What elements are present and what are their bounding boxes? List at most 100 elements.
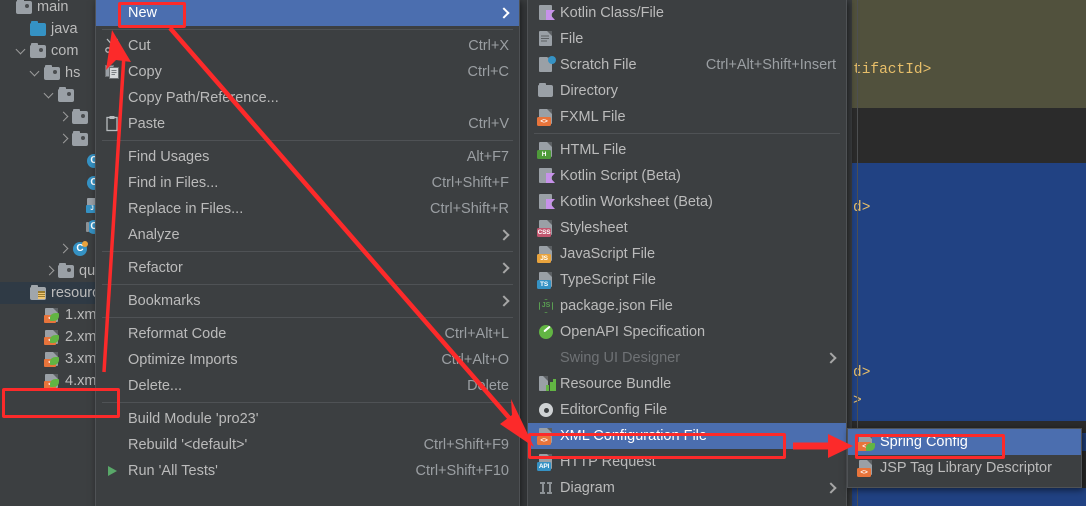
spring-config-icon: < [856,433,876,451]
context-menu-item[interactable]: Copy Path/Reference... [96,85,519,111]
new-submenu-item[interactable]: <> FXML File [528,104,846,130]
kotlin-script-icon [536,167,556,185]
tree-item[interactable]: java [0,18,95,40]
tree-item[interactable] [0,106,95,128]
context-menu-item[interactable]: Paste Ctrl+V [96,111,519,137]
chevron-right-icon[interactable] [44,266,55,277]
tree-item[interactable]: hs [0,62,95,84]
context-menu-item[interactable]: Reformat Code Ctrl+Alt+L [96,321,519,347]
xml-file-icon: < [44,373,61,389]
tree-item[interactable] [0,84,95,106]
context-menu-item-label: Copy Path/Reference... [128,90,279,106]
new-submenu-item[interactable]: Swing UI Designer [528,345,846,371]
css-file-icon: CSS [536,219,556,237]
chevron-down-icon[interactable] [44,90,55,101]
new-submenu-item[interactable]: Resource Bundle [528,371,846,397]
new-submenu-item-label: HTTP Request [560,454,656,470]
context-menu-item[interactable]: Analyze [96,222,519,248]
chevron-right-icon [826,483,836,493]
new-submenu-item[interactable]: EditorConfig File [528,397,846,423]
new-submenu-item[interactable]: File [528,26,846,52]
new-submenu-item[interactable]: H HTML File [528,137,846,163]
new-submenu-item[interactable]: Kotlin Worksheet (Beta) [528,189,846,215]
new-submenu-item-label: Kotlin Worksheet (Beta) [560,194,713,210]
tree-item[interactable]: com [0,40,95,62]
context-menu-item[interactable]: Cut Ctrl+X [96,33,519,59]
new-submenu-item[interactable]: OpenAPI Specification [528,319,846,345]
context-menu-item-label: Run 'All Tests' [128,463,218,479]
tree-item-label: 3.xml [65,351,95,367]
context-menu[interactable]: New Cut Ctrl+X Copy Ctrl+C Copy Path/Referenc… [95,0,520,506]
new-submenu-item[interactable]: Directory [528,78,846,104]
tree-item[interactable]: <1.xml [0,304,95,326]
xml-config-submenu-item[interactable]: <> JSP Tag Library Descriptor [848,455,1081,481]
tree-item[interactable]: <4.xml [0,370,95,392]
java-class-icon: C [86,153,95,169]
new-submenu-item[interactable]: Kotlin Script (Beta) [528,163,846,189]
context-menu-item-label: New [128,5,158,21]
tree-item[interactable]: C [0,238,95,260]
new-submenu-item[interactable]: Diagram [528,475,846,501]
menu-separator [102,284,513,285]
xml-config-submenu-item[interactable]: < Spring Config [848,429,1081,455]
menu-separator [102,317,513,318]
context-menu-item[interactable]: Find in Files... Ctrl+Shift+F [96,170,519,196]
icon-placeholder [104,200,124,218]
editor-band-plain [852,108,1086,163]
context-menu-item[interactable]: Rebuild '<default>' Ctrl+Shift+F9 [96,432,519,458]
context-menu-item[interactable]: Run 'All Tests' Ctrl+Shift+F10 [96,458,519,484]
tree-item[interactable]: qu [0,260,95,282]
context-menu-item[interactable]: Refactor [96,255,519,281]
new-submenu-item-label: Swing UI Designer [560,350,681,366]
tree-item[interactable]: C [0,172,95,194]
context-menu-item[interactable]: Find Usages Alt+F7 [96,144,519,170]
xml-configuration-submenu[interactable]: < Spring Config <> JSP Tag Library Descript… [847,428,1082,488]
context-menu-item[interactable]: New [96,0,519,26]
tree-item[interactable]: <2.xml [0,326,95,348]
context-menu-item[interactable]: Delete... Delete [96,373,519,399]
project-file-tree[interactable]: mainjavacomhsCCJCCquresource<1.xml<2.xml… [0,0,95,506]
tree-item[interactable]: C [0,216,95,238]
editor-band-selection [852,488,1086,506]
new-submenu-item-label: Kotlin Class/File [560,5,664,21]
new-submenu-item[interactable]: JS JavaScript File [528,241,846,267]
jsp-tld-icon: <> [856,459,876,477]
chevron-down-icon[interactable] [16,46,27,57]
chevron-right-icon [499,263,509,273]
new-submenu-item[interactable]: Scratch File Ctrl+Alt+Shift+Insert [528,52,846,78]
tree-item-label: 2.xml [65,329,95,345]
new-submenu-item[interactable]: Kotlin Class/File [528,0,846,26]
new-submenu-item-label: EditorConfig File [560,402,668,418]
context-menu-item[interactable]: Build Module 'pro23' [96,406,519,432]
chevron-placeholder [30,354,41,365]
new-submenu-item[interactable]: JS package.json File [528,293,846,319]
chevron-right-icon[interactable] [58,244,69,255]
context-menu-item[interactable]: Replace in Files... Ctrl+Shift+R [96,196,519,222]
new-submenu-item[interactable]: CSS Stylesheet [528,215,846,241]
new-submenu[interactable]: Kotlin Class/File File Scratch File Ctrl+Al… [527,0,847,506]
chevron-right-icon[interactable] [58,112,69,123]
context-menu-item[interactable]: Optimize Imports Ctrl+Alt+O [96,347,519,373]
new-submenu-item[interactable]: <> XML Configuration File [528,423,846,449]
new-submenu-item[interactable]: TS TypeScript File [528,267,846,293]
chevron-right-icon [499,296,509,306]
tree-item[interactable]: C [0,150,95,172]
folder-icon [44,65,61,81]
tree-item[interactable] [0,128,95,150]
chevron-right-icon [499,230,509,240]
chevron-right-icon[interactable] [58,134,69,145]
tree-item[interactable]: resource [0,282,95,304]
scissors-icon [104,37,124,55]
icon-placeholder [104,292,124,310]
xml-config-file-icon: <> [536,427,556,445]
context-menu-item[interactable]: Copy Ctrl+C [96,59,519,85]
tree-item[interactable]: main [0,0,95,18]
tree-item[interactable]: J [0,194,95,216]
new-submenu-item[interactable]: API HTTP Request [528,449,846,475]
context-menu-item-label: Find in Files... [128,175,219,191]
file-icon [536,30,556,48]
chevron-down-icon[interactable] [30,68,41,79]
tree-item[interactable]: <3.xml [0,348,95,370]
context-menu-item[interactable]: Bookmarks [96,288,519,314]
java-class-warn-icon: C [72,241,89,257]
